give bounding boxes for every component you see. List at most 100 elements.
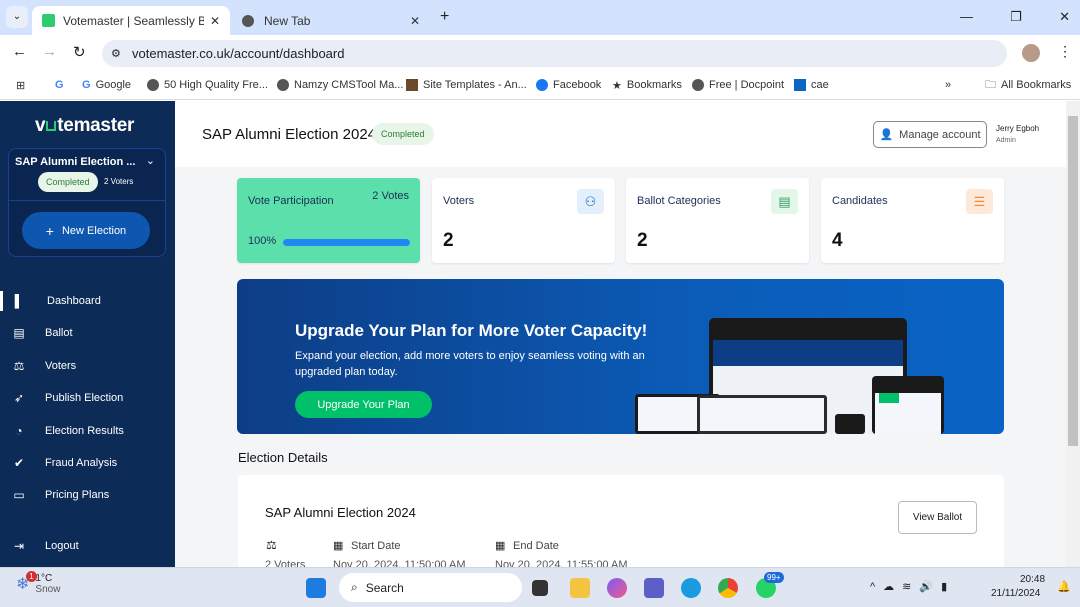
logout-button[interactable]: ⇥ Logout <box>0 532 175 560</box>
bookmark-linkedin[interactable]: cae <box>794 79 829 91</box>
all-bookmarks[interactable]: 🗀 All Bookmarks <box>985 76 1071 95</box>
window-controls[interactable]: — ❐ ✕ <box>960 9 1070 25</box>
scrollbar-thumb[interactable] <box>1068 116 1078 446</box>
sidebar-item-fraud-analysis[interactable]: ✔ Fraud Analysis <box>0 449 175 477</box>
taskbar-search[interactable]: ⌕ Search <box>339 573 522 602</box>
minimize-icon[interactable]: — <box>960 9 973 25</box>
bookmark-item[interactable]: Free | Docpoint <box>692 79 784 91</box>
bookmark-label: Site Templates - An... <box>423 79 527 91</box>
bookmark-label: 50 High Quality Fre... <box>164 79 268 91</box>
bookmark-item[interactable]: Namzy CMSTool Ma... <box>277 79 403 91</box>
clock-time[interactable]: 20:48 <box>1020 574 1045 585</box>
notification-badge: 99+ <box>764 572 784 583</box>
page-header: SAP Alumni Election 2024 Completed 👤 Mana… <box>175 101 1066 167</box>
back-icon[interactable]: ← <box>12 43 27 60</box>
chevron-down-icon[interactable]: ⌄ <box>146 154 155 167</box>
calendar-icon: ▦ <box>333 540 344 552</box>
candidates-card[interactable]: Candidates ☰ 4 <box>821 178 1004 263</box>
new-tab-button[interactable]: + <box>440 8 449 26</box>
upgrade-plan-button[interactable]: Upgrade Your Plan <box>295 391 432 418</box>
copilot-icon[interactable] <box>607 578 627 598</box>
sidebar-item-label: Publish Election <box>45 392 124 404</box>
site-templates-icon <box>406 79 418 91</box>
page-scrollbar[interactable] <box>1066 101 1080 567</box>
bookmark-google[interactable]: G Google <box>82 79 131 91</box>
site-info-icon[interactable]: ⚙ <box>111 47 121 60</box>
maximize-icon[interactable]: ❐ <box>1010 9 1022 25</box>
tab-search-button[interactable]: ⌄ <box>6 6 28 28</box>
card-label: Candidates <box>832 195 888 207</box>
card-value: 2 <box>443 230 454 251</box>
close-tab-icon[interactable]: ✕ <box>410 14 420 28</box>
globe-icon <box>277 79 289 91</box>
clock-date[interactable]: 21/11/2024 <box>991 588 1040 599</box>
bookmark-label: Free | Docpoint <box>709 79 785 91</box>
ballot-box-icon: ⚖ <box>266 538 277 552</box>
upgrade-plan-label: Upgrade Your Plan <box>317 398 410 411</box>
status-badge: Completed <box>372 123 434 145</box>
tab-votemaster[interactable]: Votemaster | Seamlessly Build a ✕ <box>32 6 230 35</box>
upgrade-banner: Upgrade Your Plan for More Voter Capacit… <box>237 279 1004 434</box>
participation-percent: 100% <box>248 235 277 247</box>
notifications-icon[interactable]: 🔔 <box>1057 580 1071 593</box>
user-gear-icon: 👤 <box>879 129 894 141</box>
credit-card-icon: ▭ <box>13 488 25 502</box>
card-label: Vote Participation <box>248 195 334 207</box>
sidebar-item-ballot[interactable]: ▤ Ballot <box>0 319 175 347</box>
more-bookmarks-icon[interactable]: » <box>945 79 951 91</box>
edge-icon[interactable] <box>681 578 701 598</box>
section-heading: Election Details <box>238 450 328 465</box>
votes-count: 2 Votes <box>372 190 409 202</box>
linkedin-icon <box>794 79 806 91</box>
view-ballot-button[interactable]: View Ballot <box>898 501 977 534</box>
sidebar-item-label: Election Results <box>45 425 124 437</box>
bookmark-facebook[interactable]: Facebook <box>536 79 601 91</box>
end-date-label: End Date <box>513 540 559 552</box>
list-icon: ☰ <box>966 189 993 214</box>
browser-tab-strip: ⌄ Votemaster | Seamlessly Build a ✕ New … <box>0 0 1080 35</box>
sidebar-item-publish-election[interactable]: ➶ Publish Election <box>0 384 175 412</box>
sidebar-item-election-results[interactable]: ◔ Election Results <box>0 417 175 445</box>
close-window-icon[interactable]: ✕ <box>1059 9 1070 25</box>
manage-account-button[interactable]: 👤 Manage account <box>873 121 987 148</box>
profile-avatar[interactable] <box>1022 44 1040 62</box>
weather-widget[interactable]: ❄ 1 1°C Snow <box>16 571 60 595</box>
bookmark-google-g[interactable]: G <box>55 79 64 91</box>
google-icon: G <box>82 79 91 91</box>
sidebar-item-voters[interactable]: ⚖ Voters <box>0 352 175 380</box>
tab-title: New Tab <box>264 13 311 28</box>
windows-start-icon[interactable] <box>306 578 326 598</box>
file-explorer-icon[interactable] <box>570 578 590 598</box>
teams-icon[interactable] <box>644 578 664 598</box>
election-switcher[interactable]: SAP Alumni Election ... ⌄ Completed 2 Vo… <box>8 148 166 257</box>
ballot-categories-card[interactable]: Ballot Categories ▤ 2 <box>626 178 809 263</box>
globe-icon <box>692 79 704 91</box>
bookmark-item[interactable]: Site Templates - An... <box>406 79 527 91</box>
menu-icon[interactable]: ⋮ <box>1058 43 1072 60</box>
voters-card[interactable]: Voters ⚇ 2 <box>432 178 615 263</box>
reload-icon[interactable]: ↻ <box>73 43 86 61</box>
url-input[interactable]: ⚙ votemaster.co.uk/account/dashboard <box>102 40 1007 67</box>
forward-icon[interactable]: → <box>42 43 57 60</box>
chart-pie-icon: ◔ <box>15 424 23 438</box>
active-indicator <box>0 291 3 311</box>
new-election-button[interactable]: + New Election <box>22 212 150 249</box>
tab-new-tab[interactable]: New Tab ✕ <box>232 6 430 35</box>
weather-temp: 1°C <box>35 573 53 584</box>
close-tab-icon[interactable]: ✕ <box>210 14 220 28</box>
sidebar-item-pricing-plans[interactable]: ▭ Pricing Plans <box>0 481 175 509</box>
sidebar-item-dashboard[interactable]: ▌ Dashboard <box>0 287 175 315</box>
voters-count: 2 Voters <box>265 559 306 567</box>
task-view-icon[interactable] <box>532 580 548 596</box>
rocket-icon: ➶ <box>13 391 25 405</box>
whatsapp-icon[interactable]: 99+ <box>756 572 784 598</box>
election-voters-count: 2 Voters <box>104 177 134 186</box>
weather-badge: 1 <box>26 571 37 582</box>
system-tray[interactable]: ^☁≋🔊▮ <box>870 580 955 593</box>
bookmarks-bar: ⊞ G G Google 50 High Quality Fre... Namzy… <box>0 71 1080 100</box>
chrome-taskbar-icon[interactable] <box>718 578 738 598</box>
start-date-label: Start Date <box>351 540 401 552</box>
bookmark-item[interactable]: 50 High Quality Fre... <box>147 79 268 91</box>
bookmark-item[interactable]: ★ Bookmarks <box>612 79 682 92</box>
apps-icon[interactable]: ⊞ <box>16 79 25 92</box>
